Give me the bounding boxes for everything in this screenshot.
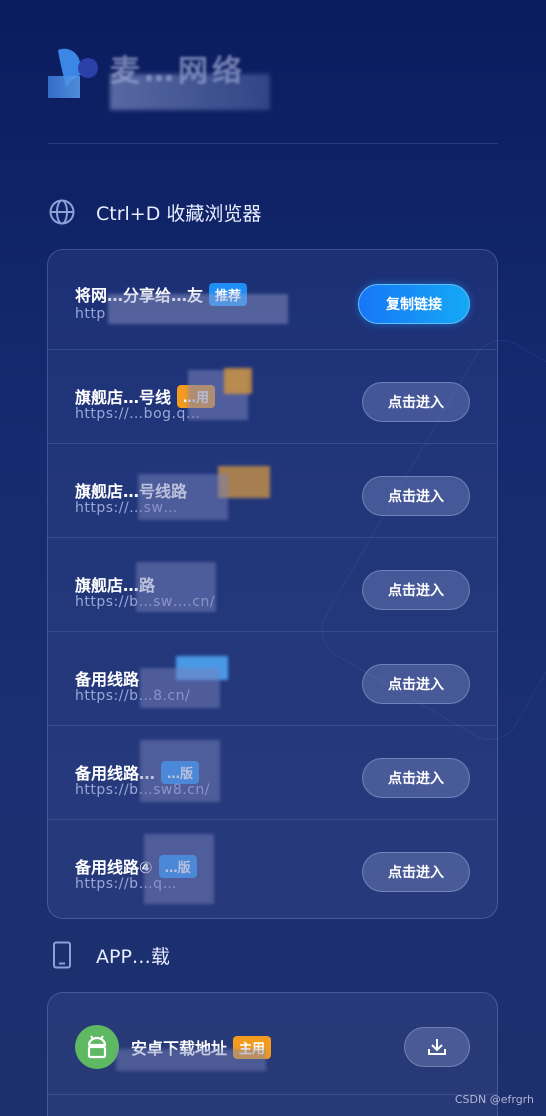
links-card: 将网…分享给…友 推荐 http 复制链接 旗舰店…号线 …用 https://… [47, 249, 498, 919]
globe-icon [49, 199, 75, 225]
brand-mosaic [110, 74, 270, 110]
phone-icon [53, 941, 71, 969]
enter-button[interactable]: 点击进入 [362, 570, 470, 610]
download-icon [428, 1039, 446, 1055]
android-icon [87, 1035, 107, 1059]
watermark: CSDN @efrgrh [454, 1093, 534, 1106]
section-title-text: APP…载 [96, 945, 170, 968]
link-row-title: 备用线路④ [75, 858, 153, 877]
enter-button[interactable]: 点击进入 [362, 758, 470, 798]
app-row: 安卓下载地址 主用 [48, 993, 497, 1095]
logo-mosaic [48, 76, 80, 98]
mosaic [144, 834, 214, 904]
mosaic [136, 562, 216, 612]
link-row-url: https://…bog.q… [75, 406, 201, 422]
section-title-text: Ctrl+D 收藏浏览器 [96, 202, 262, 225]
link-row: 旗舰店…号线 …用 https://…bog.q… 点击进入 [48, 350, 497, 444]
share-row: 将网…分享给…友 推荐 http 复制链接 [48, 250, 497, 350]
android-icon [75, 1025, 119, 1069]
mosaic [108, 294, 288, 324]
mosaic [140, 668, 220, 708]
download-button[interactable] [404, 1027, 470, 1067]
link-row: 旗舰店…路 https://b…sw….cn/ 点击进入 [48, 538, 497, 632]
link-row-title: 旗舰店…号线 [75, 388, 172, 407]
enter-button[interactable]: 点击进入 [362, 664, 470, 704]
mosaic [140, 740, 220, 802]
bookmark-section-title: Ctrl+D 收藏浏览器 [48, 198, 261, 226]
link-row-title: 备用线路 [75, 670, 140, 689]
app-card: 安卓下载地址 主用 [47, 992, 498, 1116]
link-row: 备用线路… …版 https://b…sw8.cn/ 点击进入 [48, 726, 497, 820]
header: 麦…网络 [48, 40, 498, 144]
mosaic [224, 368, 252, 394]
enter-button[interactable]: 点击进入 [362, 852, 470, 892]
link-row: 备用线路 https://b…8.cn/ 点击进入 [48, 632, 497, 726]
enter-button[interactable]: 点击进入 [362, 382, 470, 422]
mosaic [138, 474, 228, 520]
copy-link-button[interactable]: 复制链接 [358, 284, 470, 324]
share-row-url: http [75, 306, 106, 322]
link-row: 备用线路④ …版 https://b…q… 点击进入 [48, 820, 497, 914]
enter-button[interactable]: 点击进入 [362, 476, 470, 516]
app-section-title: APP…载 [48, 941, 170, 969]
link-row: 旗舰店…号线路 https://…sw… 点击进入 [48, 444, 497, 538]
mosaic [116, 1049, 266, 1071]
